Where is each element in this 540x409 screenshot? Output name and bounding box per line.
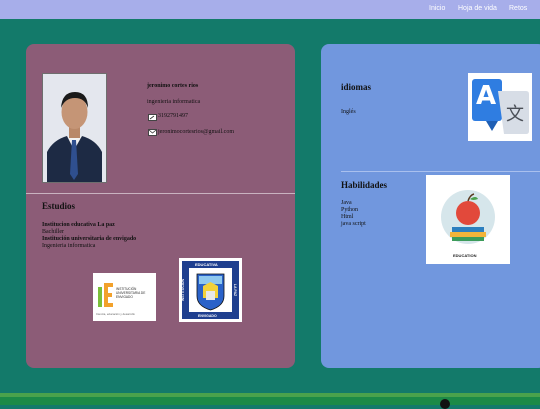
school-logo-top-text: EDUCATIVA xyxy=(195,262,218,267)
school-logo-left-text: INSTITUCIÓN xyxy=(181,278,186,302)
skill-item: Java xyxy=(341,200,352,206)
university-name: Institución universitaria de envigado xyxy=(42,236,137,242)
footer-icon[interactable] xyxy=(440,399,450,409)
university-logo: INSTITUCIÓN UNIVERSITARIA DE ENVIGADO Ci… xyxy=(93,273,156,321)
phone-icon xyxy=(148,114,157,121)
language-item: Inglés xyxy=(341,109,356,115)
translate-icon: A 文 xyxy=(468,73,532,141)
email-icon xyxy=(148,129,157,136)
education-badge-text: EDUCATION xyxy=(453,253,477,258)
footer xyxy=(0,397,540,409)
profile-phone: 3192791497 xyxy=(158,113,188,119)
skills-divider xyxy=(341,171,540,172)
habilidades-heading: Habilidades xyxy=(341,180,388,190)
skill-item: java script xyxy=(341,221,366,227)
university-degree: Ingenieria informatica xyxy=(42,243,96,249)
nav-link-retos[interactable]: Retos xyxy=(509,5,527,12)
school-name: Institucion educativa La paz xyxy=(42,222,115,228)
school-logo-right-text: LA PAZ xyxy=(233,283,238,297)
idiomas-heading: idiomas xyxy=(341,82,372,92)
profile-email[interactable]: jeronimocortesrios@gmail.com xyxy=(158,129,234,135)
nav-link-hoja-de-vida[interactable]: Hoja de vida xyxy=(458,5,497,12)
translate-icon-letter: A xyxy=(476,81,497,111)
school-logo: EDUCATIVA INSTITUCIÓN LA PAZ ENVIGADO xyxy=(179,258,242,322)
profile-name: jeronimo cortes rios xyxy=(147,83,199,89)
person-portrait-image xyxy=(43,74,106,182)
nav-link-inicio[interactable]: Inicio xyxy=(429,5,445,12)
profile-photo xyxy=(42,73,107,183)
top-navbar: Inicio Hoja de vida Retos xyxy=(0,0,540,19)
translate-icon-char: 文 xyxy=(506,104,524,125)
estudios-heading: Estudios xyxy=(42,201,76,211)
section-divider xyxy=(26,193,295,194)
education-illustration: EDUCATION xyxy=(426,175,510,264)
school-logo-bottom-text: ENVIGADO xyxy=(198,314,217,318)
skill-item: Python xyxy=(341,207,359,213)
profile-career: ingenieria informatica xyxy=(147,99,201,105)
university-logo-text: INSTITUCIÓN UNIVERSITARIA DE ENVIGADO xyxy=(116,287,146,299)
school-degree: Bachiller xyxy=(42,229,64,235)
skill-item: Html xyxy=(341,214,354,220)
university-logo-tagline: Ciencia, educación y desarrollo xyxy=(96,312,135,316)
